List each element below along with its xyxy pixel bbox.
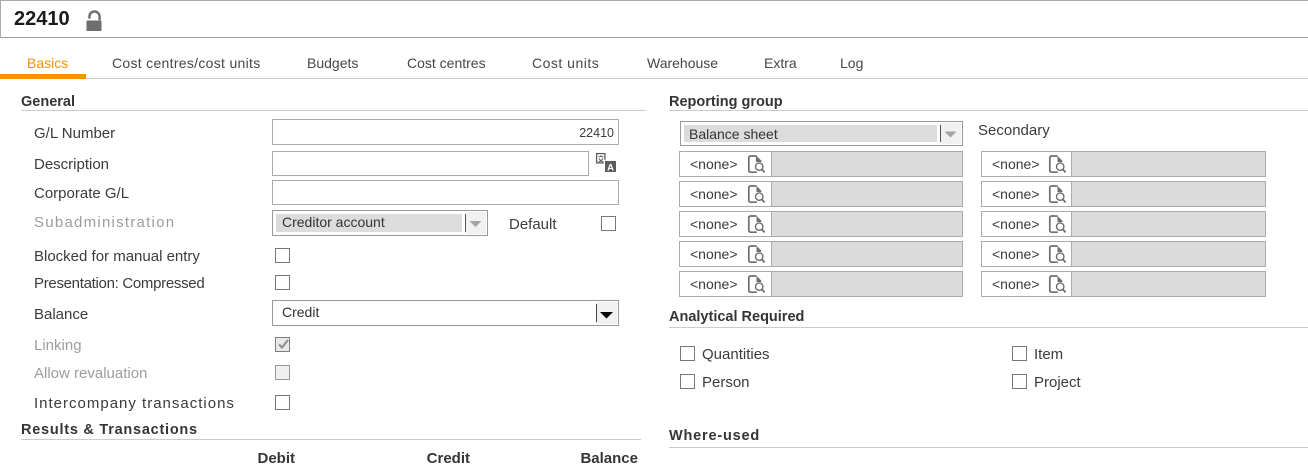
svg-text:A: A: [607, 162, 614, 173]
